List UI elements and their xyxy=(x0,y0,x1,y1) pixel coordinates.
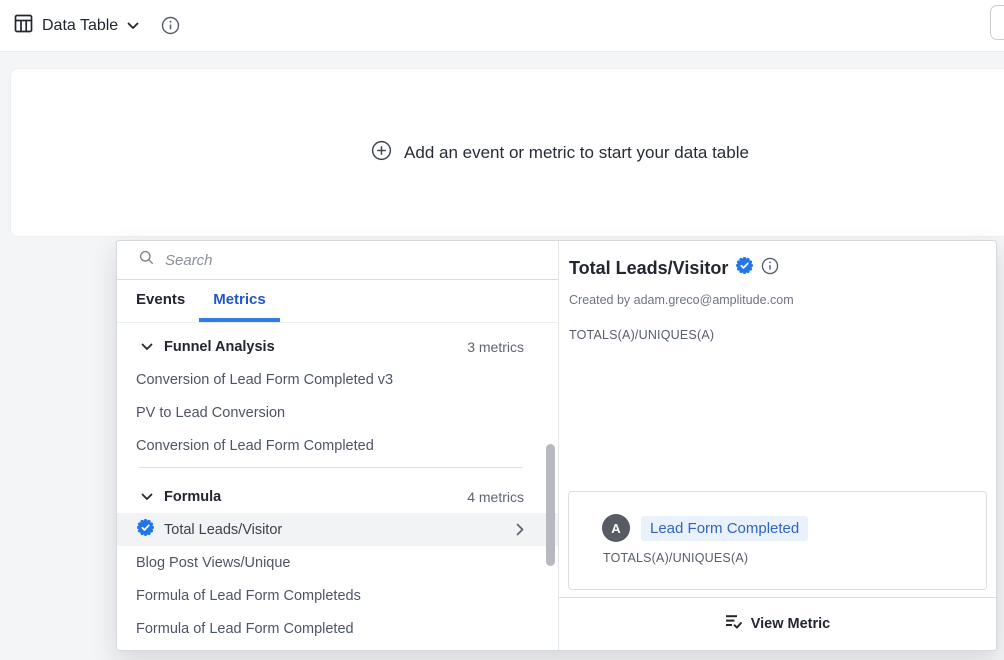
data-table-canvas: Add an event or metric to start your dat… xyxy=(10,68,1004,237)
list-check-icon xyxy=(725,614,743,634)
metric-list-item[interactable]: Formula of Lead Form Completed xyxy=(117,612,558,645)
data-table-dropdown[interactable]: Data Table xyxy=(14,14,139,38)
metric-list-item[interactable]: Conversion of Lead Form Completed xyxy=(117,429,558,462)
card-formula: TOTALS(A)/UNIQUES(A) xyxy=(603,551,986,565)
search-bar xyxy=(117,241,558,280)
event-chip[interactable]: Lead Form Completed xyxy=(641,516,808,541)
item-label: Conversion of Lead Form Completed v3 xyxy=(136,372,393,388)
view-metric-button[interactable]: View Metric xyxy=(559,597,996,650)
section-count: 3 metrics xyxy=(467,339,524,355)
info-icon[interactable] xyxy=(161,16,180,35)
created-by-text: Created by adam.greco@amplitude.com xyxy=(569,293,986,307)
plus-circle-icon xyxy=(371,140,392,166)
metric-list-item[interactable]: Conversion of Lead Form Completed v3 xyxy=(117,363,558,396)
section-name: Funnel Analysis xyxy=(164,339,275,355)
metric-list-item-selected[interactable]: Total Leads/Visitor xyxy=(117,513,558,546)
search-icon xyxy=(139,250,154,270)
section-header-formula[interactable]: Formula 4 metrics xyxy=(117,480,558,513)
scrollbar-thumb[interactable] xyxy=(546,444,555,566)
event-letter-badge: A xyxy=(602,514,630,542)
metric-picker-popover: Events Metrics Funnel Analysis 3 metrics… xyxy=(116,240,997,651)
metric-formula: TOTALS(A)/UNIQUES(A) xyxy=(569,328,986,342)
metric-definition-card: A Lead Form Completed TOTALS(A)/UNIQUES(… xyxy=(568,491,987,590)
section-divider xyxy=(139,467,523,468)
section-count: 4 metrics xyxy=(467,489,524,505)
item-label: PV to Lead Conversion xyxy=(136,405,285,421)
item-label: Total Leads/Visitor xyxy=(164,522,282,538)
empty-state-message: Add an event or metric to start your dat… xyxy=(404,143,749,163)
toolbar-button-partial[interactable] xyxy=(990,5,1004,40)
data-table-icon xyxy=(14,14,33,38)
item-label: Formula of Lead Form Completed xyxy=(136,621,354,637)
metric-list-item[interactable]: Blog Post Views/Unique xyxy=(117,546,558,579)
chevron-down-icon xyxy=(127,22,139,30)
metric-list-item[interactable]: PV to Lead Conversion xyxy=(117,396,558,429)
add-event-or-metric-button[interactable]: Add an event or metric to start your dat… xyxy=(11,69,1004,236)
section-name: Formula xyxy=(164,489,221,505)
item-label: Blog Post Views/Unique xyxy=(136,555,291,571)
section-header-funnel-analysis[interactable]: Funnel Analysis 3 metrics xyxy=(117,330,558,363)
top-bar: Data Table xyxy=(0,0,1004,52)
picker-tabs: Events Metrics xyxy=(117,280,558,323)
chevron-down-icon xyxy=(141,488,153,506)
view-metric-label: View Metric xyxy=(751,616,831,632)
search-input[interactable] xyxy=(165,241,558,279)
info-icon[interactable] xyxy=(761,257,779,280)
tab-events[interactable]: Events xyxy=(122,280,199,322)
picker-list-pane: Events Metrics Funnel Analysis 3 metrics… xyxy=(117,241,558,650)
metric-title: Total Leads/Visitor xyxy=(569,258,728,279)
metric-list-item[interactable]: Formula of Lead Form Completeds xyxy=(117,579,558,612)
verified-badge-icon xyxy=(735,256,754,280)
verified-badge-icon xyxy=(136,518,155,541)
chevron-right-icon xyxy=(516,523,524,536)
metric-list: Funnel Analysis 3 metrics Conversion of … xyxy=(117,323,558,650)
metric-detail-pane: Total Leads/Visitor Created by adam.grec… xyxy=(558,241,996,650)
page-title: Data Table xyxy=(42,17,118,35)
chevron-down-icon xyxy=(141,338,153,356)
item-label: Formula of Lead Form Completeds xyxy=(136,588,361,604)
item-label: Conversion of Lead Form Completed xyxy=(136,438,374,454)
tab-metrics[interactable]: Metrics xyxy=(199,280,280,322)
